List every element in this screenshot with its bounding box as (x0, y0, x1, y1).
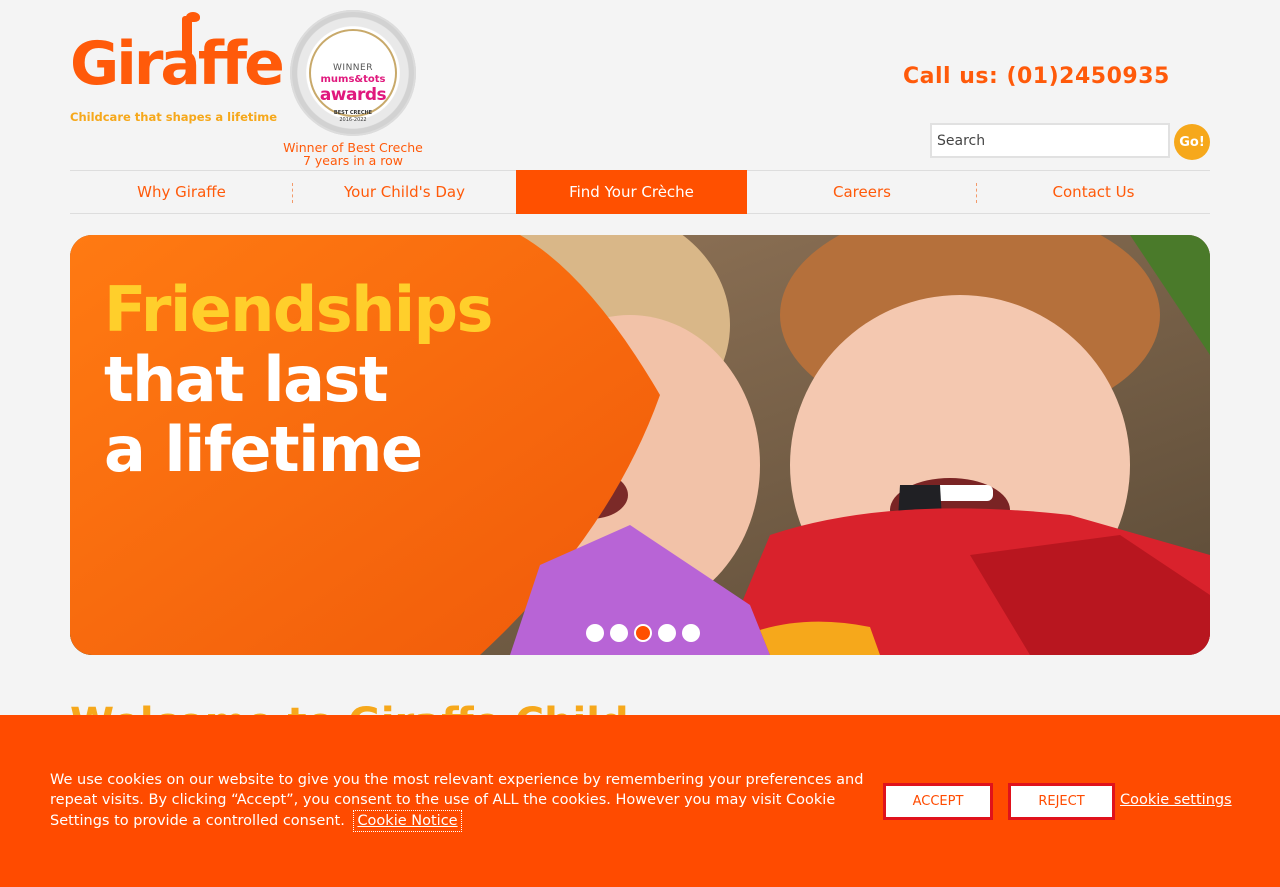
hero-line-1: Friendships (104, 273, 493, 346)
seal-category: BEST CRECHE (333, 110, 373, 116)
cookie-banner: We use cookies on our website to give yo… (0, 715, 1280, 887)
hero-line-3: a lifetime (104, 413, 423, 486)
giraffe-logo[interactable]: Giraffe Childcare that shapes a lifetime (70, 12, 285, 126)
carousel-dots (586, 624, 700, 642)
seal-brand-top: mums&tots (320, 74, 386, 85)
logo-giraffe-head (186, 12, 200, 22)
award-caption-line2: 7 years in a row (302, 153, 404, 168)
cookie-reject-button[interactable]: REJECT (1008, 783, 1115, 820)
hero-carousel[interactable]: Friendships that last a lifetime (70, 235, 1210, 655)
nav-item-contact-us[interactable]: Contact Us (977, 171, 1210, 213)
cookie-accept-button[interactable]: ACCEPT (883, 783, 993, 820)
logo-tagline: Childcare that shapes a lifetime (70, 110, 278, 124)
hero-line-2: that last (104, 343, 388, 416)
search-go-button[interactable]: Go! (1174, 124, 1210, 160)
nav-item-why-giraffe[interactable]: Why Giraffe (70, 171, 293, 213)
cookie-settings-link[interactable]: Cookie settings (1120, 792, 1232, 808)
logo-wordmark: Giraffe (70, 29, 285, 99)
cookie-notice-link[interactable]: Cookie Notice (353, 810, 462, 832)
nav-item-careers[interactable]: Careers (747, 171, 977, 213)
seal-brand-bottom: awards (319, 85, 387, 105)
carousel-dot-5[interactable] (682, 624, 700, 642)
carousel-dot-1[interactable] (586, 624, 604, 642)
main-nav: Why Giraffe Your Child's Day Find Your C… (70, 170, 1210, 214)
carousel-dot-4[interactable] (658, 624, 676, 642)
nav-item-find-your-creche[interactable]: Find Your Crèche (516, 170, 747, 214)
seal-winner-text: WINNER (333, 63, 373, 73)
call-us-phone[interactable]: Call us: (01)2450935 (903, 64, 1170, 89)
carousel-dot-3[interactable] (634, 624, 652, 642)
hero-headline: Friendships that last a lifetime (104, 273, 493, 486)
seal-years: 2016-2022 (339, 117, 367, 123)
cookie-message-block: We use cookies on our website to give yo… (50, 770, 878, 832)
award-badge: WINNER mums&tots awards BEST CRECHE 2016… (280, 10, 426, 167)
award-seal-icon: WINNER mums&tots awards BEST CRECHE 2016… (290, 10, 416, 136)
search-input[interactable] (930, 123, 1170, 158)
carousel-dot-2[interactable] (610, 624, 628, 642)
nav-item-your-childs-day[interactable]: Your Child's Day (293, 171, 516, 213)
